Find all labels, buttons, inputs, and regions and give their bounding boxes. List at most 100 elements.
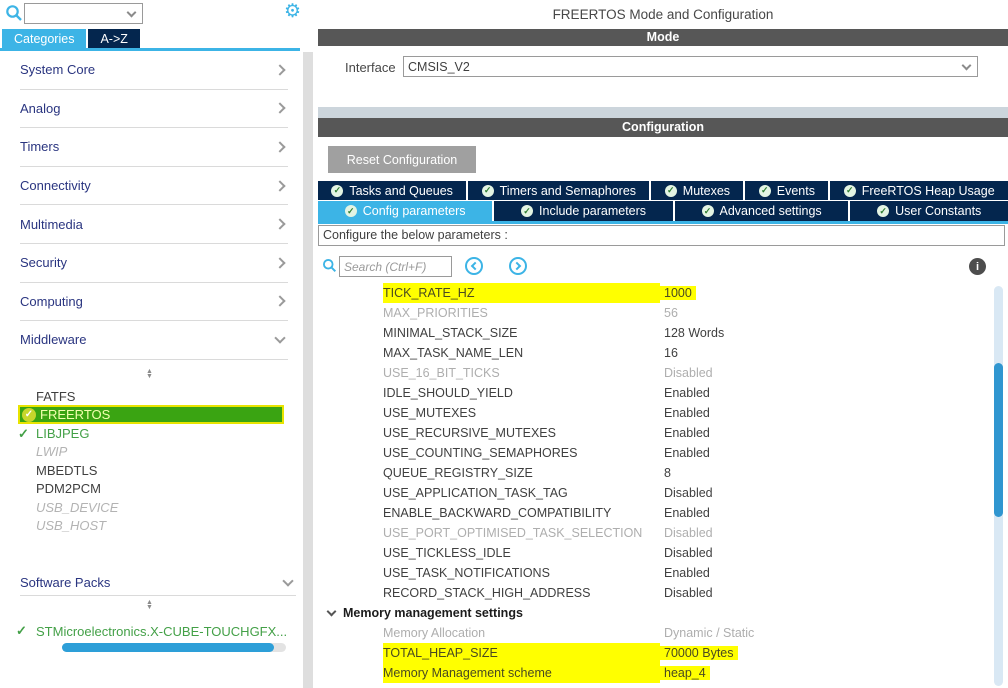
parameter-value: 8 (660, 466, 675, 480)
parameter-value: Dynamic / Static (660, 626, 758, 640)
sort-toggle-icon[interactable]: ▲▼ (146, 369, 153, 379)
parameter-row[interactable]: TICK_RATE_HZ 1000 (318, 283, 994, 303)
config-tab[interactable]: ✓ Config parameters (318, 201, 492, 221)
parameter-row[interactable]: QUEUE_REGISTRY_SIZE 8 (318, 463, 994, 483)
config-tab[interactable]: ✓ User Constants (850, 201, 1008, 221)
parameter-row[interactable]: ENABLE_BACKWARD_COMPATIBILITY Enabled (318, 503, 994, 523)
parameter-value: Disabled (660, 486, 717, 500)
chevron-icon (274, 64, 285, 75)
middleware-item[interactable]: ✓ ✓ USB_HOST (0, 516, 300, 534)
horizontal-scrollbar[interactable] (62, 643, 286, 652)
reset-configuration-button[interactable]: Reset Configuration (328, 146, 476, 173)
search-icon (322, 258, 337, 273)
category-row[interactable]: Analog (20, 90, 288, 129)
config-tab-label: Events (777, 184, 815, 198)
parameter-value: heap_4 (660, 666, 710, 680)
sidebar-scrollbar[interactable] (303, 52, 313, 688)
middleware-item[interactable]: ✓ ✓ PDM2PCM (0, 480, 300, 498)
parameter-row[interactable]: Memory Management scheme heap_4 (318, 663, 994, 683)
config-tab-label: Advanced settings (720, 204, 822, 218)
category-row[interactable]: Connectivity (20, 167, 288, 206)
previous-match-button[interactable] (465, 257, 483, 275)
parameter-value: Disabled (660, 586, 717, 600)
check-badge-icon: ✓ (702, 205, 714, 217)
config-tab-label: User Constants (895, 204, 981, 218)
parameter-name: USE_TASK_NOTIFICATIONS (383, 566, 660, 580)
parameter-row[interactable]: USE_APPLICATION_TASK_TAG Disabled (318, 483, 994, 503)
parameter-name: RECORD_STACK_HIGH_ADDRESS (383, 586, 660, 600)
category-row[interactable]: Security (20, 244, 288, 283)
config-tab[interactable]: ✓ Events (745, 181, 828, 200)
config-tab[interactable]: ✓ Mutexes (651, 181, 743, 200)
parameter-search-input[interactable] (339, 256, 452, 277)
parameter-row[interactable]: USE_TASK_NOTIFICATIONS Enabled (318, 563, 994, 583)
parameter-row[interactable]: USE_MUTEXES Enabled (318, 403, 994, 423)
info-icon[interactable]: i (969, 258, 986, 275)
sidebar-tab-label: Categories (14, 32, 74, 46)
config-tab[interactable]: ✓ Timers and Semaphores (468, 181, 649, 200)
config-tab[interactable]: ✓ Tasks and Queues (318, 181, 466, 200)
parameter-row[interactable]: MINIMAL_STACK_SIZE 128 Words (318, 323, 994, 343)
sidebar-tab[interactable]: Categories (2, 29, 86, 48)
middleware-item[interactable]: ✓ ✓ FATFS (0, 387, 300, 405)
parameter-value: Enabled (660, 446, 714, 460)
sidebar-tab-label: A->Z (100, 32, 127, 46)
parameter-value: Disabled (660, 546, 717, 560)
parameters-scrollbar-thumb[interactable] (994, 363, 1003, 517)
parameter-row[interactable]: USE_TICKLESS_IDLE Disabled (318, 543, 994, 563)
software-packs-header[interactable]: Software Packs (20, 570, 296, 596)
middleware-item[interactable]: ✓ ✓ USB_DEVICE (0, 498, 300, 516)
parameter-row[interactable]: MAX_PRIORITIES 56 (318, 303, 994, 323)
parameter-name: TICK_RATE_HZ (383, 283, 660, 303)
config-tab[interactable]: ✓ Advanced settings (675, 201, 849, 221)
middleware-item[interactable]: ✓ ✓ MBEDTLS (0, 461, 300, 479)
middleware-item[interactable]: ✓ ✓ FREERTOS (18, 405, 284, 424)
parameter-name: Memory Allocation (383, 626, 660, 640)
parameter-name: USE_RECURSIVE_MUTEXES (383, 426, 660, 440)
check-circle-icon: ✓ (22, 408, 36, 422)
sidebar-search-combobox[interactable] (24, 3, 143, 24)
category-label: Connectivity (20, 178, 91, 193)
middleware-item-label: FATFS (36, 389, 75, 404)
parameter-table: TICK_RATE_HZ 1000 MAX_PRIORITIES 56 MINI… (318, 283, 994, 683)
middleware-item-label: LIBJPEG (36, 426, 89, 441)
parameter-row[interactable]: TOTAL_HEAP_SIZE 70000 Bytes (318, 643, 994, 663)
category-row[interactable]: Middleware (20, 321, 288, 360)
parameter-row[interactable]: RECORD_STACK_HIGH_ADDRESS Disabled (318, 583, 994, 603)
config-tab[interactable]: ✓ FreeRTOS Heap Usage (830, 181, 1008, 200)
parameter-row[interactable]: USE_COUNTING_SEMAPHORES Enabled (318, 443, 994, 463)
parameter-value: 1000 (660, 286, 696, 300)
next-match-button[interactable] (509, 257, 527, 275)
middleware-item[interactable]: ✓ ✓ LIBJPEG (0, 424, 300, 442)
software-pack-item[interactable]: ✓ STMicroelectronics.X-CUBE-TOUCHGFX... (0, 622, 296, 640)
mode-section-header: Mode (318, 29, 1008, 46)
config-tab-label: Config parameters (363, 204, 466, 218)
category-label: Analog (20, 101, 60, 116)
parameter-row[interactable]: IDLE_SHOULD_YIELD Enabled (318, 383, 994, 403)
gear-icon[interactable]: ⚙ (284, 1, 301, 23)
ip-tree-panel: ⚙ Categories A->Z System Core Analog Tim… (0, 0, 313, 688)
sort-toggle-icon[interactable]: ▲▼ (146, 600, 153, 610)
chevron-icon (274, 219, 285, 230)
config-tab[interactable]: ✓ Include parameters (494, 201, 672, 221)
parameter-row[interactable]: USE_PORT_OPTIMISED_TASK_SELECTION Disabl… (318, 523, 994, 543)
category-row[interactable]: Computing (20, 283, 288, 322)
middleware-item[interactable]: ✓ ✓ LWIP (0, 443, 300, 461)
parameter-value: Enabled (660, 506, 714, 520)
parameter-value: 70000 Bytes (660, 646, 738, 660)
interface-select[interactable]: CMSIS_V2 (403, 56, 978, 77)
chevron-icon (274, 332, 285, 343)
category-row[interactable]: Timers (20, 128, 288, 167)
horizontal-scrollbar-thumb[interactable] (62, 643, 274, 652)
category-row[interactable]: System Core (20, 51, 288, 90)
parameter-row[interactable]: MAX_TASK_NAME_LEN 16 (318, 343, 994, 363)
sidebar-tab[interactable]: A->Z (88, 29, 139, 48)
parameter-row[interactable]: Memory management settings (318, 603, 994, 623)
check-badge-icon: ✓ (331, 185, 343, 197)
middleware-item-label: LWIP (36, 444, 67, 459)
category-row[interactable]: Multimedia (20, 205, 288, 244)
category-label: Middleware (20, 332, 86, 347)
parameter-row[interactable]: USE_16_BIT_TICKS Disabled (318, 363, 994, 383)
parameter-row[interactable]: Memory Allocation Dynamic / Static (318, 623, 994, 643)
parameter-row[interactable]: USE_RECURSIVE_MUTEXES Enabled (318, 423, 994, 443)
